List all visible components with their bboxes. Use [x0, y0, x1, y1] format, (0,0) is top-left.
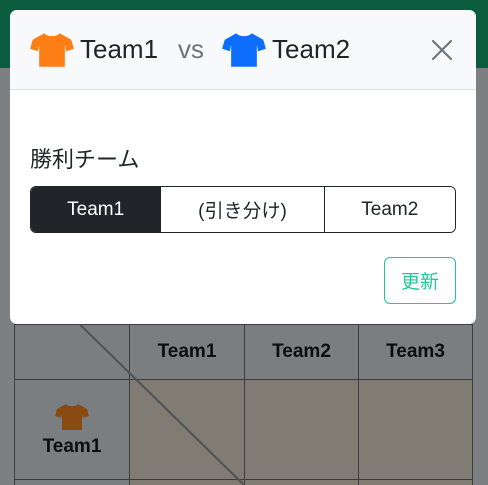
- result-cell[interactable]: [244, 379, 359, 480]
- vs-label: vs: [178, 34, 205, 64]
- option-draw-button[interactable]: (引き分け): [161, 187, 325, 232]
- option-team2-button[interactable]: Team2: [324, 187, 455, 232]
- away-team-name: Team2: [272, 34, 351, 64]
- shirt-icon: [30, 32, 74, 67]
- modal-body: 勝利チーム Team1 (引き分け) Team2: [10, 142, 476, 233]
- result-cell[interactable]: [129, 479, 245, 485]
- option-team1-button[interactable]: Team1: [31, 187, 162, 232]
- column-header-team2: Team2: [244, 324, 359, 380]
- home-team-name: Team1: [80, 34, 159, 64]
- shirt-icon: [55, 404, 89, 430]
- winner-selector: Team1 (引き分け) Team2: [30, 186, 456, 233]
- winner-label: 勝利チーム: [30, 147, 140, 172]
- modal-header: Team1 vs Team2: [10, 10, 476, 90]
- home-team: Team1: [30, 32, 158, 68]
- match-result-modal: Team1 vs Team2 勝利チーム Team1 (引き分け) Team2 …: [10, 10, 476, 324]
- column-header-team1: Team1: [129, 324, 245, 380]
- results-table: Team1 Team2 Team3 Team1: [14, 324, 473, 485]
- table-corner-cell: [14, 324, 130, 380]
- result-cell[interactable]: [358, 379, 473, 480]
- away-team: Team2: [222, 32, 350, 68]
- row-header-label: Team1: [42, 436, 102, 457]
- result-cell[interactable]: [244, 479, 359, 485]
- shirt-icon: [222, 32, 266, 67]
- close-icon: [431, 39, 453, 60]
- close-button[interactable]: [428, 36, 456, 64]
- column-header-team3: Team3: [358, 324, 473, 380]
- result-cell[interactable]: [358, 479, 473, 485]
- result-cell[interactable]: [129, 379, 245, 480]
- update-button[interactable]: 更新: [384, 257, 456, 304]
- row-header-team1: Team1: [14, 379, 130, 480]
- row-header-partial: [14, 479, 130, 485]
